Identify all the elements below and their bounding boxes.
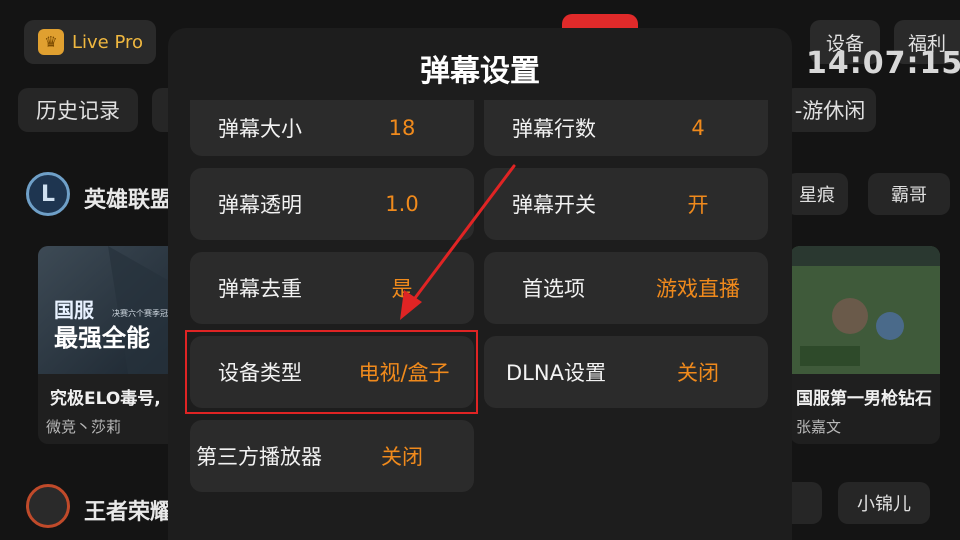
- lol-section-icon: L: [26, 172, 70, 216]
- setting-value: 18: [388, 116, 416, 140]
- stream-card[interactable]: 国服 最强全能 决赛六个赛季冠军: [38, 246, 178, 444]
- setting-label: 第三方播放器: [196, 445, 322, 469]
- crown-icon: ♛: [38, 29, 64, 55]
- dialog-title: 弹幕设置: [420, 54, 540, 89]
- wz-section-title: 王者荣耀: [84, 500, 173, 525]
- setting-dlna[interactable]: DLNA设置 关闭: [484, 336, 768, 408]
- setting-value: 开: [687, 193, 709, 217]
- thumbnail-text: 最强全能: [54, 324, 150, 352]
- setting-value: 关闭: [381, 445, 423, 469]
- setting-danmaku-dedupe[interactable]: 弹幕去重 是: [190, 252, 474, 324]
- stream-card[interactable]: [790, 246, 940, 444]
- setting-value: 1.0: [385, 192, 419, 216]
- stream-card-title: 国服第一男枪钻石: [796, 389, 932, 409]
- setting-label: 弹幕透明: [218, 193, 302, 217]
- streamer-tag-bage[interactable]: 霸哥: [868, 173, 950, 215]
- setting-value: 是: [391, 277, 413, 301]
- history-button[interactable]: 历史记录: [18, 88, 138, 132]
- streamer-tag-xiaojiner[interactable]: 小锦儿: [838, 482, 930, 524]
- stream-card-user: 微竞丶莎莉: [46, 418, 122, 436]
- setting-value: 关闭: [677, 361, 719, 385]
- setting-third-party-player[interactable]: 第三方播放器 关闭: [190, 420, 474, 492]
- wz-section-icon: [26, 484, 70, 528]
- setting-preference[interactable]: 首选项 游戏直播: [484, 252, 768, 324]
- stream-card-title: 究极ELO毒号,: [50, 389, 161, 409]
- setting-label: 弹幕大小: [218, 117, 302, 141]
- clock: 14:07:15: [806, 46, 960, 81]
- stream-thumbnail: [790, 246, 940, 374]
- streamer-tag-xinghen[interactable]: 星痕: [786, 173, 848, 215]
- setting-label: 弹幕开关: [512, 193, 596, 217]
- app-name: Live Pro: [72, 31, 144, 53]
- setting-danmaku-opacity[interactable]: 弹幕透明 1.0: [190, 168, 474, 240]
- lol-section-title: 英雄联盟: [84, 188, 173, 213]
- setting-danmaku-size[interactable]: 弹幕大小 18: [190, 100, 474, 156]
- setting-value: 游戏直播: [656, 277, 740, 301]
- highlight-box: [185, 330, 478, 414]
- leisure-games-button[interactable]: -游休闲: [784, 88, 876, 132]
- stream-card-user: 张嘉文: [796, 418, 842, 436]
- setting-danmaku-toggle[interactable]: 弹幕开关 开: [484, 168, 768, 240]
- setting-value: 4: [691, 116, 705, 140]
- setting-label: 首选项: [522, 277, 585, 301]
- setting-label: 弹幕去重: [218, 277, 302, 301]
- thumbnail-caption: 决赛六个赛季冠军: [112, 309, 176, 318]
- app-logo[interactable]: ♛ Live Pro: [24, 20, 156, 64]
- setting-danmaku-rows[interactable]: 弹幕行数 4: [484, 100, 768, 156]
- setting-label: DLNA设置: [506, 361, 606, 385]
- setting-label: 弹幕行数: [512, 117, 596, 141]
